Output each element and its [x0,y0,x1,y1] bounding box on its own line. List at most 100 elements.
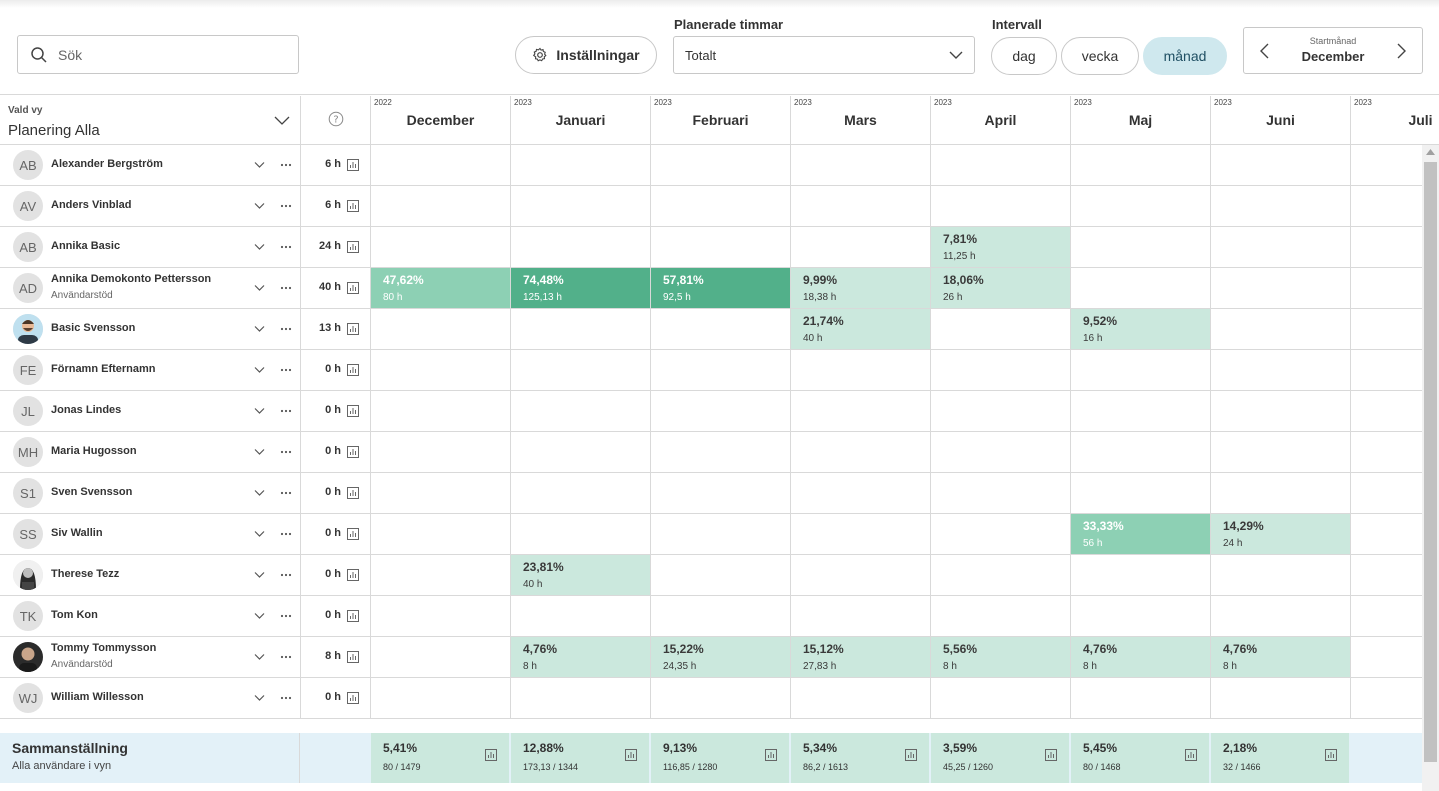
user-name[interactable]: Therese Tezz [51,568,119,580]
help-icon[interactable]: ? [328,111,344,127]
summary-cell[interactable]: 12,88% 173,13 / 1344 [510,733,649,783]
settings-button[interactable]: Inställningar [515,36,657,74]
bar-chart-icon[interactable] [347,405,359,417]
month-cell[interactable] [510,432,650,472]
bar-chart-icon[interactable] [347,364,359,376]
more-options-icon[interactable] [280,573,292,577]
chevron-down-icon[interactable] [254,161,265,169]
chevron-right-icon[interactable] [1393,42,1409,60]
month-cell[interactable] [370,514,510,554]
bar-chart-icon[interactable] [347,446,359,458]
month-cell[interactable] [790,391,930,431]
month-cell[interactable] [1210,186,1350,226]
interval-week-button[interactable]: vecka [1061,37,1139,75]
chevron-down-icon[interactable] [254,530,265,538]
allocation-cell[interactable]: 74,48% 125,13 h [510,268,650,308]
search-box[interactable] [17,35,299,74]
user-name[interactable]: Annika Demokonto Pettersson [51,273,211,285]
month-cell[interactable] [1210,596,1350,636]
month-cell[interactable] [650,514,790,554]
month-cell[interactable] [1070,473,1210,513]
bar-chart-icon[interactable] [347,651,359,663]
chevron-down-icon[interactable] [254,612,265,620]
chevron-down-icon[interactable] [254,325,265,333]
month-cell[interactable] [1070,678,1210,718]
bar-chart-icon[interactable] [347,282,359,294]
month-cell[interactable] [1070,596,1210,636]
summary-cell[interactable]: 3,59% 45,25 / 1260 [930,733,1069,783]
month-cell[interactable] [930,514,1070,554]
month-cell[interactable] [510,391,650,431]
chevron-down-icon[interactable] [254,284,265,292]
view-selector[interactable]: Vald vy Planering Alla [0,96,300,145]
month-cell[interactable] [650,596,790,636]
chevron-down-icon[interactable] [254,448,265,456]
month-cell[interactable] [510,186,650,226]
month-cell[interactable] [1070,268,1210,308]
user-name[interactable]: Alexander Bergström [51,158,163,170]
month-cell[interactable] [370,637,510,677]
more-options-icon[interactable] [280,245,292,249]
month-cell[interactable] [370,145,510,185]
month-cell[interactable] [790,432,930,472]
allocation-cell[interactable]: 47,62% 80 h [370,268,510,308]
month-cell[interactable] [1210,678,1350,718]
allocation-cell[interactable]: 18,06% 26 h [930,268,1070,308]
summary-cell[interactable]: 5,41% 80 / 1479 [370,733,509,783]
bar-chart-icon[interactable] [347,159,359,171]
more-options-icon[interactable] [280,204,292,208]
more-options-icon[interactable] [280,450,292,454]
month-cell[interactable] [1070,432,1210,472]
month-cell[interactable] [650,391,790,431]
month-cell[interactable] [790,186,930,226]
chevron-down-icon[interactable] [254,243,265,251]
month-cell[interactable] [1210,473,1350,513]
allocation-cell[interactable]: 4,76% 8 h [1210,637,1350,677]
allocation-cell[interactable]: 5,56% 8 h [930,637,1070,677]
user-name[interactable]: Tommy Tommysson [51,642,156,654]
more-options-icon[interactable] [280,409,292,413]
bar-chart-icon[interactable] [347,487,359,499]
user-name[interactable]: Basic Svensson [51,322,135,334]
user-name[interactable]: Förnamn Efternamn [51,363,156,375]
month-cell[interactable] [510,473,650,513]
month-cell[interactable] [510,350,650,390]
month-cell[interactable] [790,227,930,267]
month-cell[interactable] [930,145,1070,185]
month-cell[interactable] [1210,391,1350,431]
planned-hours-select[interactable]: Totalt [673,36,975,74]
month-cell[interactable] [790,473,930,513]
month-cell[interactable] [930,186,1070,226]
month-cell[interactable] [1070,555,1210,595]
month-cell[interactable] [1070,145,1210,185]
user-name[interactable]: Maria Hugosson [51,445,137,457]
month-cell[interactable] [650,145,790,185]
month-cell[interactable] [650,555,790,595]
month-cell[interactable] [370,227,510,267]
bar-chart-icon[interactable] [905,749,917,761]
summary-cell[interactable]: 5,34% 86,2 / 1613 [790,733,929,783]
month-cell[interactable] [1070,391,1210,431]
month-cell[interactable] [930,473,1070,513]
interval-month-button[interactable]: månad [1143,37,1227,75]
month-cell[interactable] [510,145,650,185]
month-cell[interactable] [790,678,930,718]
month-cell[interactable] [370,596,510,636]
month-cell[interactable] [370,350,510,390]
user-name[interactable]: Annika Basic [51,240,120,252]
month-cell[interactable] [650,309,790,349]
more-options-icon[interactable] [280,696,292,700]
chevron-down-icon[interactable] [254,489,265,497]
month-cell[interactable] [930,391,1070,431]
month-cell[interactable] [930,432,1070,472]
bar-chart-icon[interactable] [625,749,637,761]
allocation-cell[interactable]: 23,81% 40 h [510,555,650,595]
user-name[interactable]: Anders Vinblad [51,199,131,211]
month-cell[interactable] [510,514,650,554]
scrollbar-thumb[interactable] [1424,162,1437,762]
month-cell[interactable] [650,473,790,513]
month-cell[interactable] [370,186,510,226]
allocation-cell[interactable]: 7,81% 11,25 h [930,227,1070,267]
bar-chart-icon[interactable] [347,610,359,622]
month-cell[interactable] [370,432,510,472]
